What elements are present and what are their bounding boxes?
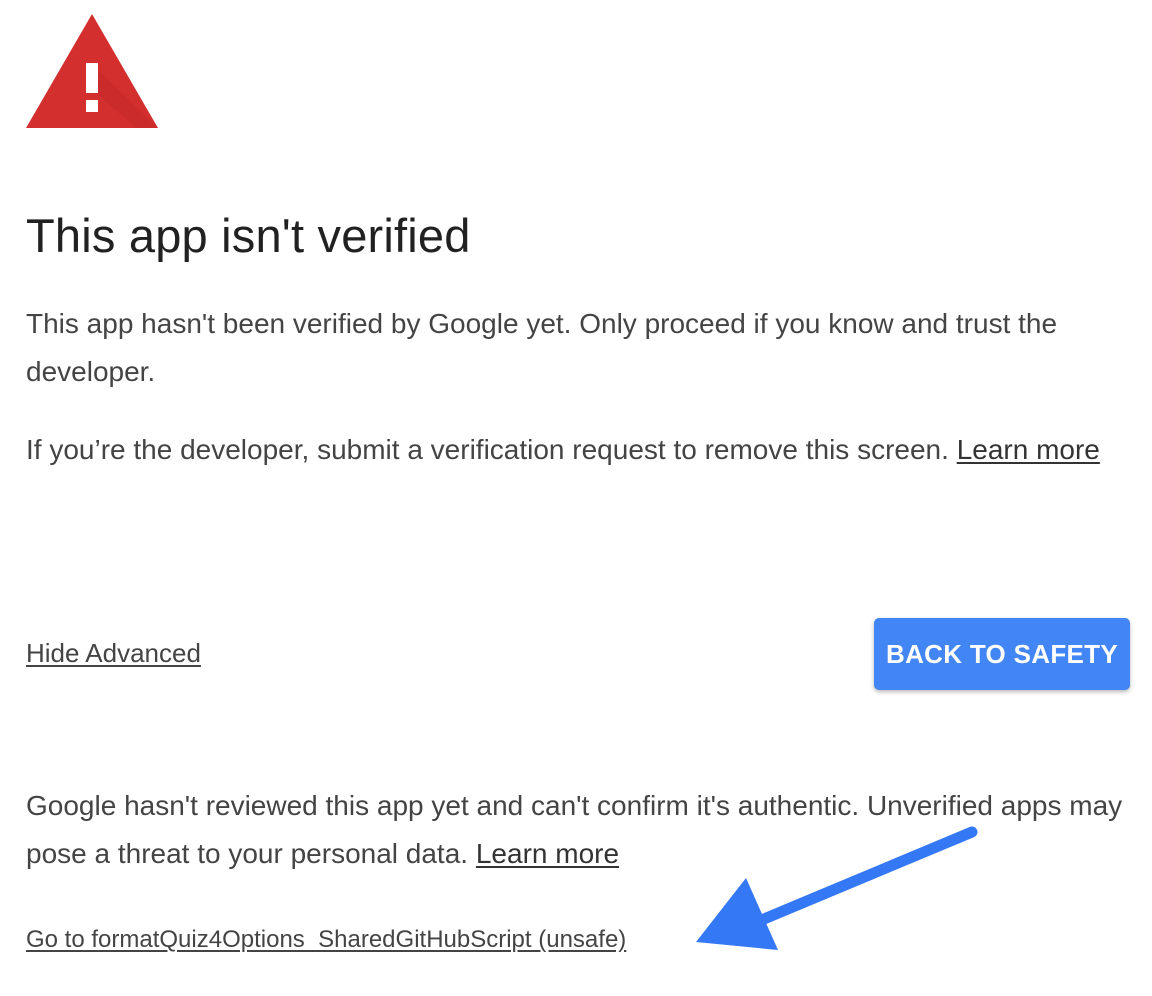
developer-note-text: If you’re the developer, submit a verifi… (26, 434, 957, 465)
annotation-arrow-icon (696, 826, 978, 950)
intro-text: This app hasn't been verified by Google … (26, 300, 1126, 396)
advanced-learn-more-link[interactable]: Learn more (476, 838, 619, 869)
intro-paragraph: This app hasn't been verified by Google … (26, 308, 1058, 387)
developer-note: If you’re the developer, submit a verifi… (26, 426, 1126, 474)
warning-triangle-icon (26, 14, 158, 128)
hide-advanced-link[interactable]: Hide Advanced (26, 638, 201, 669)
learn-more-link[interactable]: Learn more (957, 434, 1100, 465)
page-title: This app isn't verified (26, 209, 471, 262)
back-to-safety-button[interactable]: BACK TO SAFETY (874, 618, 1130, 690)
go-to-unsafe-app-link[interactable]: Go to formatQuiz4Options_SharedGitHubScr… (26, 926, 626, 954)
